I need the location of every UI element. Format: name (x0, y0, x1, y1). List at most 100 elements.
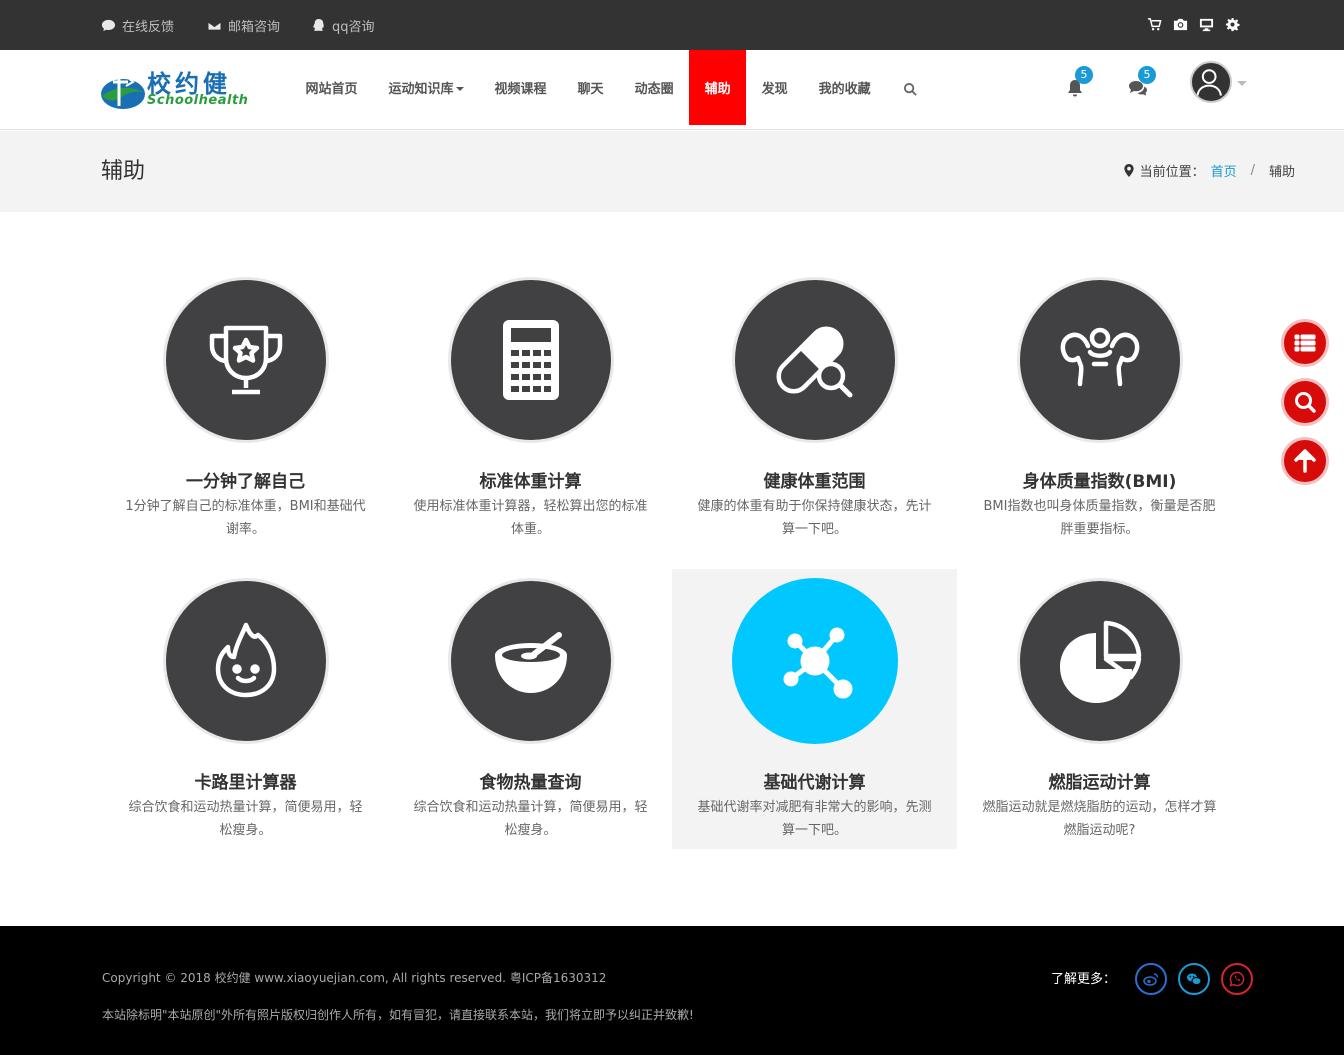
muscle-icon (1060, 327, 1139, 387)
messages-badge: 5 (1138, 66, 1156, 84)
qq-label: qq咨询 (332, 19, 375, 35)
page-header: 辅助 当前位置： 首页 / 辅助 (0, 131, 1344, 212)
back-to-top-button[interactable] (1281, 437, 1329, 485)
main-navbar: 校约健 Schoolhealth 网站首页 运动知识库 视频课程 聊天 动态圈 … (0, 50, 1344, 130)
search-icon[interactable] (903, 82, 918, 97)
tool-title: 一分钟了解自己 (186, 472, 305, 492)
breadcrumb-home-link[interactable]: 首页 (1211, 161, 1237, 180)
molecule-icon (783, 627, 852, 699)
breadcrumb: 当前位置： 首页 / 辅助 (1123, 161, 1295, 180)
top-bar: 在线反馈 邮箱咨询 qq咨询 (0, 0, 1344, 50)
email-link[interactable]: 邮箱咨询 (207, 0, 280, 50)
float-menu-button[interactable] (1281, 319, 1329, 367)
logo-mark-icon (101, 74, 145, 109)
nav-item-video[interactable]: 视频课程 (479, 50, 562, 125)
tool-card-food-calories[interactable]: 食物热量查询 综合饮食和运动热量计算，简便易用，轻松瘦身。 (388, 569, 673, 849)
breadcrumb-separator: / (1250, 163, 1255, 178)
site-logo[interactable]: 校约健 Schoolhealth (100, 64, 248, 112)
tool-card-standard-weight[interactable]: 标准体重计算 使用标准体重计算器，轻松算出您的标准体重。 (388, 270, 673, 550)
tool-card-know-yourself[interactable]: 一分钟了解自己 1分钟了解自己的标准体重，BMI和基础代谢率。 (103, 270, 388, 550)
chat-bubble-icon (101, 19, 116, 31)
tool-title: 身体质量指数(BMI) (1022, 472, 1177, 492)
tool-icon-circle (447, 578, 614, 744)
tool-icon-circle (1016, 277, 1183, 443)
tool-card-healthy-range[interactable]: 健康体重范围 健康的体重有助于你保持健康状态，先计算一下吧。 (672, 270, 957, 550)
tool-description: 健康的体重有助于你保持健康状态，先计算一下吧。 (697, 499, 932, 537)
tool-title: 健康体重范围 (763, 472, 866, 492)
float-search-button[interactable] (1281, 378, 1329, 426)
tool-description: 使用标准体重计算器，轻松算出您的标准体重。 (413, 499, 648, 537)
list-icon (1294, 334, 1316, 352)
tool-title: 基础代谢计算 (763, 773, 866, 793)
tool-title: 卡路里计算器 (194, 773, 297, 793)
avatar-dropdown-icon[interactable] (1237, 81, 1247, 86)
pie-chart-icon (1059, 620, 1141, 703)
flame-icon (215, 622, 276, 698)
nav-item-discover[interactable]: 发现 (746, 50, 803, 125)
tool-icon-circle (447, 277, 614, 443)
page-title: 辅助 (101, 159, 146, 184)
tool-description: 基础代谢率对减肥有非常大的影响，先测算一下吧。 (697, 800, 932, 838)
footer-notice: 本站除标明"本站原创"外所有照片版权归创作人所有，如有冒犯，请直接联系本站，我们… (102, 1008, 694, 1022)
user-icon (1196, 69, 1222, 96)
messages-button[interactable]: 5 (1128, 66, 1156, 100)
tool-card-fat-burning[interactable]: 燃脂运动计算 燃脂运动就是燃烧脂肪的运动，怎样才算燃脂运动呢? (957, 569, 1242, 849)
footer-more-label: 了解更多： (1051, 972, 1117, 987)
tool-card-calorie-calculator[interactable]: 卡路里计算器 综合饮食和运动热量计算，简便易用，轻松瘦身。 (103, 569, 388, 849)
tool-icon-circle (731, 578, 898, 744)
weibo-icon (1143, 973, 1159, 986)
trophy-icon (209, 325, 282, 395)
search-icon (1295, 392, 1316, 413)
nav-item-knowledge[interactable]: 运动知识库 (373, 50, 479, 125)
tool-icon-circle (731, 277, 898, 443)
tool-card-bmi[interactable]: 身体质量指数(BMI) BMI指数也叫身体质量指数，衡量是否肥胖重要指标。 (957, 270, 1242, 550)
tool-title: 标准体重计算 (479, 472, 582, 492)
nav-item-knowledge-label: 运动知识库 (388, 82, 454, 97)
tool-title: 燃脂运动计算 (1048, 773, 1151, 793)
tool-description: 燃脂运动就是燃烧脂肪的运动，怎样才算燃脂运动呢? (982, 800, 1217, 838)
tool-description: 综合饮食和运动热量计算，简便易用，轻松瘦身。 (413, 800, 648, 838)
monitor-icon[interactable] (1198, 16, 1214, 32)
chevron-down-icon (455, 86, 464, 91)
nav-item-moments[interactable]: 动态圈 (619, 50, 689, 125)
envelope-icon (207, 20, 222, 31)
wechat-link[interactable] (1178, 963, 1210, 995)
nav-item-assist[interactable]: 辅助 (689, 50, 747, 125)
nav-item-favorites[interactable]: 我的收藏 (803, 50, 886, 125)
bowl-icon (494, 632, 567, 693)
feedback-link[interactable]: 在线反馈 (101, 0, 174, 50)
breadcrumb-label: 当前位置： (1139, 165, 1205, 180)
camera-icon[interactable] (1172, 16, 1188, 32)
nav-item-home[interactable]: 网站首页 (290, 50, 373, 125)
topbar-tools (1146, 16, 1240, 32)
cart-icon[interactable] (1146, 16, 1162, 32)
qq-icon (313, 18, 324, 31)
avatar[interactable] (1190, 61, 1232, 103)
tool-title: 食物热量查询 (479, 773, 582, 793)
tool-description: BMI指数也叫身体质量指数，衡量是否肥胖重要指标。 (983, 499, 1216, 537)
map-marker-icon (1123, 164, 1134, 177)
tool-card-basal-metabolism[interactable]: 基础代谢计算 基础代谢率对减肥有非常大的影响，先测算一下吧。 (672, 569, 957, 849)
calculator-icon (502, 320, 559, 400)
logo-text-en: Schoolhealth (147, 93, 249, 108)
email-label: 邮箱咨询 (228, 19, 281, 35)
notifications-button[interactable]: 5 (1065, 66, 1093, 100)
nav-item-chat[interactable]: 聊天 (562, 50, 619, 125)
tool-description: 综合饮食和运动热量计算，简便易用，轻松瘦身。 (128, 800, 363, 838)
gear-icon[interactable] (1224, 16, 1240, 32)
weibo-link[interactable] (1135, 963, 1167, 995)
notifications-badge: 5 (1075, 66, 1093, 84)
footer: Copyright © 2018 校约健 www.xiaoyuejian.com… (0, 926, 1344, 1055)
qq-link[interactable]: qq咨询 (311, 0, 375, 50)
wechat-icon (1187, 973, 1202, 985)
feedback-label: 在线反馈 (122, 19, 175, 35)
arrow-up-icon (1294, 449, 1316, 473)
whatsapp-link[interactable] (1221, 963, 1253, 995)
pill-search-icon (775, 326, 852, 398)
footer-copyright: Copyright © 2018 校约健 www.xiaoyuejian.com… (102, 971, 607, 985)
tool-icon-circle (162, 277, 329, 443)
nav-menu: 网站首页 运动知识库 视频课程 聊天 动态圈 辅助 发现 我的收藏 (290, 50, 886, 125)
tool-description: 1分钟了解自己的标准体重，BMI和基础代谢率。 (125, 499, 366, 537)
tool-icon-circle (162, 578, 329, 744)
tool-icon-circle (1016, 578, 1183, 744)
